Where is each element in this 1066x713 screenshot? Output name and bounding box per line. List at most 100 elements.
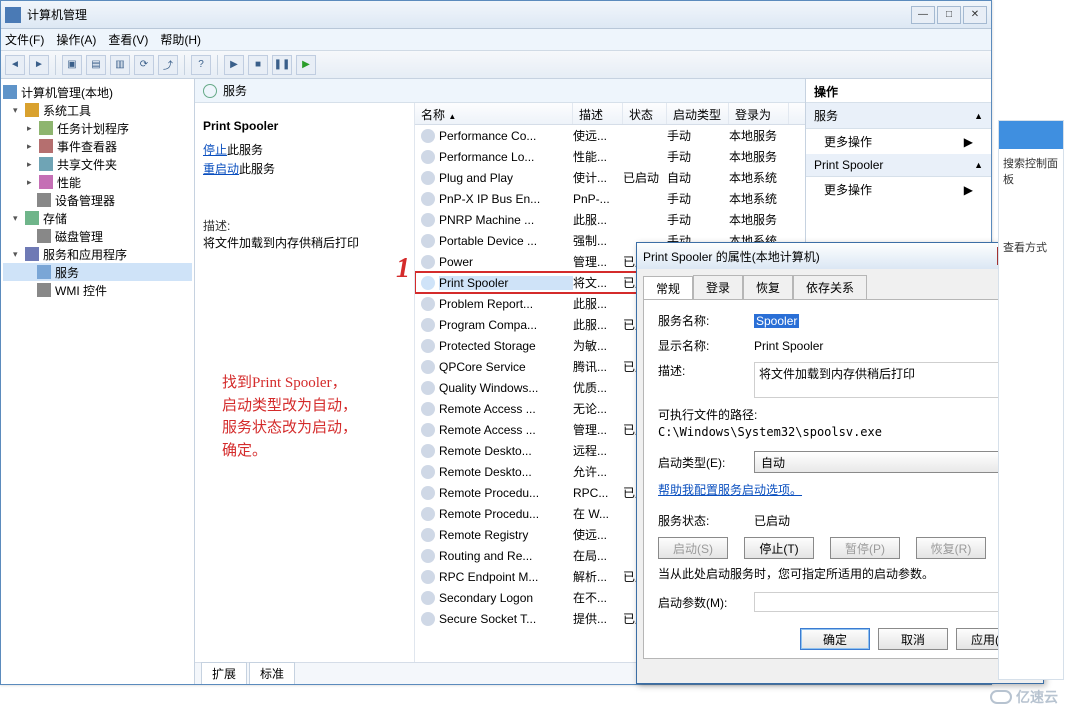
tree-sys-tools[interactable]: ▾系统工具 — [3, 101, 192, 119]
tree-performance[interactable]: ▸性能 — [3, 173, 192, 191]
col-type[interactable]: 启动类型 — [667, 103, 729, 124]
service-icon — [421, 318, 435, 332]
restart-link[interactable]: 重启动 — [203, 162, 239, 176]
toolbar: ◄ ► ▣ ▤ ▥ ⟳ ⤴ ? ▶ ■ ❚❚ ▶ — [1, 51, 991, 79]
desc-textarea[interactable]: 将文件加载到内存供稍后打印 — [754, 362, 1022, 398]
col-status[interactable]: 状态 — [623, 103, 667, 124]
stop-link[interactable]: 停止 — [203, 143, 227, 157]
stop-icon[interactable]: ■ — [248, 55, 268, 75]
service-icon — [421, 528, 435, 542]
svc-name-value[interactable]: Spooler — [754, 314, 799, 328]
service-status-label: 服务状态: — [658, 512, 754, 529]
startup-type-label: 启动类型(E): — [658, 454, 754, 471]
startup-type-dropdown[interactable]: 自动▾ — [754, 451, 1022, 473]
up-icon[interactable]: ▣ — [62, 55, 82, 75]
service-icon — [421, 192, 435, 206]
tree-services-apps[interactable]: ▾服务和应用程序 — [3, 245, 192, 263]
resume-button[interactable]: 恢复(R) — [916, 537, 986, 559]
desc-label: 描述: — [203, 217, 406, 234]
watermark-logo: 亿速云 — [990, 687, 1058, 707]
tab-recovery[interactable]: 恢复 — [743, 275, 793, 299]
play-icon[interactable]: ▶ — [224, 55, 244, 75]
menu-action[interactable]: 操作(A) — [56, 31, 96, 48]
help-link[interactable]: 帮助我配置服务启动选项。 — [658, 483, 802, 497]
menu-file[interactable]: 文件(F) — [5, 31, 44, 48]
service-icon — [421, 150, 435, 164]
start-button[interactable]: 启动(S) — [658, 537, 728, 559]
tree-device-manager[interactable]: 设备管理器 — [3, 191, 192, 209]
actions-more-1[interactable]: 更多操作▶ — [806, 129, 991, 154]
svc-name-label: 服务名称: — [658, 312, 754, 329]
service-row[interactable]: PNRP Machine ...此服...手动本地服务 — [415, 209, 805, 230]
stop-button[interactable]: 停止(T) — [744, 537, 814, 559]
restart-icon[interactable]: ▶ — [296, 55, 316, 75]
stray-panel: 搜索控制面板 查看方式 — [998, 120, 1064, 680]
service-row[interactable]: Performance Co...使远...手动本地服务 — [415, 125, 805, 146]
service-icon — [421, 444, 435, 458]
stray-view: 查看方式 — [999, 233, 1063, 261]
service-icon — [421, 612, 435, 626]
display-name-label: 显示名称: — [658, 337, 754, 354]
help-icon[interactable]: ? — [191, 55, 211, 75]
service-row[interactable]: Performance Lo...性能...手动本地服务 — [415, 146, 805, 167]
refresh-icon[interactable]: ⟳ — [134, 55, 154, 75]
pause-button[interactable]: 暂停(P) — [830, 537, 900, 559]
properties-dialog: Print Spooler 的属性(本地计算机) ✕ 常规 登录 恢复 依存关系… — [636, 242, 1044, 684]
tree-root[interactable]: 计算机管理(本地) — [3, 83, 192, 101]
menu-view[interactable]: 查看(V) — [108, 31, 148, 48]
cancel-button[interactable]: 取消 — [878, 628, 948, 650]
tab-dependencies[interactable]: 依存关系 — [793, 275, 867, 299]
startup-params-label: 启动参数(M): — [658, 594, 754, 611]
tree-wmi[interactable]: WMI 控件 — [3, 281, 192, 299]
back-icon[interactable]: ◄ — [5, 55, 25, 75]
startup-params-input[interactable] — [754, 592, 1022, 612]
list-header[interactable]: 名称 ▲ 描述 状态 启动类型 登录为 — [415, 103, 805, 125]
forward-icon[interactable]: ► — [29, 55, 49, 75]
close-button[interactable]: ✕ — [963, 6, 987, 24]
display-name-value: Print Spooler — [754, 339, 1022, 353]
col-name[interactable]: 名称 ▲ — [415, 103, 573, 124]
maximize-button[interactable]: □ — [937, 6, 961, 24]
pause-icon[interactable]: ❚❚ — [272, 55, 292, 75]
service-icon — [421, 360, 435, 374]
tree-event-viewer[interactable]: ▸事件查看器 — [3, 137, 192, 155]
tree-storage[interactable]: ▾存储 — [3, 209, 192, 227]
tree-disk-management[interactable]: 磁盘管理 — [3, 227, 192, 245]
list-icon[interactable]: ▤ — [86, 55, 106, 75]
app-icon — [5, 7, 21, 23]
service-icon — [421, 465, 435, 479]
tree-task-scheduler[interactable]: ▸任务计划程序 — [3, 119, 192, 137]
tab-extended[interactable]: 扩展 — [201, 662, 247, 684]
detail-title: Print Spooler — [203, 119, 406, 133]
service-icon — [421, 339, 435, 353]
service-icon — [421, 381, 435, 395]
tree-pane[interactable]: 计算机管理(本地) ▾系统工具 ▸任务计划程序 ▸事件查看器 ▸共享文件夹 ▸性… — [1, 79, 195, 684]
dialog-body: 服务名称:Spooler 显示名称:Print Spooler 描述:将文件加载… — [643, 299, 1037, 659]
col-logon[interactable]: 登录为 — [729, 103, 789, 124]
actions-more-2[interactable]: 更多操作▶ — [806, 177, 991, 202]
service-icon — [421, 276, 435, 290]
titlebar[interactable]: 计算机管理 — □ ✕ — [1, 1, 991, 29]
service-icon — [421, 507, 435, 521]
service-row[interactable]: PnP-X IP Bus En...PnP-...手动本地系统 — [415, 188, 805, 209]
col-desc[interactable]: 描述 — [573, 103, 623, 124]
service-row[interactable]: Plug and Play使计...已启动自动本地系统 — [415, 167, 805, 188]
service-icon — [421, 255, 435, 269]
actions-services[interactable]: 服务▲ — [806, 103, 991, 129]
desc-text: 将文件加载到内存供稍后打印 — [203, 234, 406, 251]
tree-shared-folders[interactable]: ▸共享文件夹 — [3, 155, 192, 173]
service-icon — [421, 570, 435, 584]
dialog-titlebar[interactable]: Print Spooler 的属性(本地计算机) ✕ — [637, 243, 1043, 269]
service-icon — [421, 213, 435, 227]
menubar: 文件(F) 操作(A) 查看(V) 帮助(H) — [1, 29, 991, 51]
detail-icon[interactable]: ▥ — [110, 55, 130, 75]
tab-standard[interactable]: 标准 — [249, 662, 295, 684]
export-icon[interactable]: ⤴ — [158, 55, 178, 75]
tab-logon[interactable]: 登录 — [693, 275, 743, 299]
ok-button[interactable]: 确定 — [800, 628, 870, 650]
minimize-button[interactable]: — — [911, 6, 935, 24]
tree-services[interactable]: 服务 — [3, 263, 192, 281]
tab-general[interactable]: 常规 — [643, 276, 693, 300]
actions-print-spooler[interactable]: Print Spooler▲ — [806, 154, 991, 177]
menu-help[interactable]: 帮助(H) — [160, 31, 201, 48]
